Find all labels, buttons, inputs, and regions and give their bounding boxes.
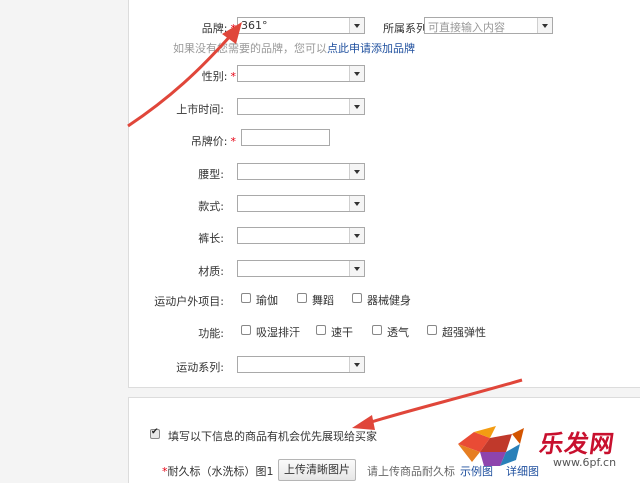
gender-label: 性别: *	[202, 68, 236, 84]
option-fitness-label: 器械健身	[367, 294, 411, 307]
checkbox-super-elastic[interactable]	[427, 325, 437, 335]
brand-select-value: 361°	[241, 19, 268, 32]
chevron-down-icon	[349, 228, 364, 243]
add-brand-link[interactable]: 点此申请添加品牌	[327, 42, 415, 55]
required-mark: *	[230, 22, 237, 35]
priority-info-checkbox[interactable]	[150, 427, 160, 439]
brand-select[interactable]: 361°	[237, 17, 365, 34]
option-quick-dry-label: 速干	[331, 326, 353, 339]
tag-price-input[interactable]	[241, 129, 330, 146]
checkbox-dance[interactable]	[297, 293, 307, 303]
chevron-down-icon	[349, 66, 364, 81]
option-dance-label: 舞蹈	[312, 294, 334, 307]
length-label: 裤长:	[198, 232, 224, 245]
chevron-down-icon	[349, 357, 364, 372]
checkbox-breathable[interactable]	[372, 325, 382, 335]
required-mark: *	[230, 70, 237, 83]
chevron-down-icon	[349, 99, 364, 114]
series-placeholder: 可直接输入内容	[428, 21, 505, 34]
brand-label: 品牌: *	[202, 20, 236, 36]
chevron-down-icon	[349, 164, 364, 179]
tag-price-label-text: 吊牌价:	[190, 135, 228, 148]
checkbox-quick-dry[interactable]	[316, 325, 326, 335]
gender-select[interactable]	[237, 65, 365, 82]
gender-label-text: 性别:	[201, 70, 228, 83]
required-mark: *	[230, 135, 237, 148]
watermark-url: www.6pf.cn	[553, 456, 617, 469]
brand-hint: 如果没有您需要的品牌，您可以点此申请添加品牌	[173, 40, 415, 56]
watermark-text: 乐发网	[537, 429, 617, 458]
chevron-down-icon	[349, 261, 364, 276]
launch-time-select[interactable]	[237, 98, 365, 115]
length-select[interactable]	[237, 227, 365, 244]
priority-info-label: 填写以下信息的商品有机会优先展现给买家	[168, 430, 377, 443]
series-combobox[interactable]: 可直接输入内容	[424, 17, 553, 34]
tag-price-label: 吊牌价: *	[191, 133, 236, 149]
brand-hint-text: 如果没有您需要的品牌，您可以	[173, 42, 327, 55]
option-breathable-label: 透气	[387, 326, 409, 339]
style-select[interactable]	[237, 195, 365, 212]
checkbox-yoga[interactable]	[241, 293, 251, 303]
chevron-down-icon	[349, 18, 364, 33]
brand-label-text: 品牌:	[201, 22, 228, 35]
checkbox-fitness[interactable]	[352, 293, 362, 303]
waist-select[interactable]	[237, 163, 365, 180]
option-moisture-wicking-label: 吸湿排汗	[256, 326, 300, 339]
outdoor-label: 运动户外项目:	[154, 295, 224, 308]
function-label: 功能:	[198, 327, 224, 340]
launch-time-label: 上市时间:	[176, 103, 224, 116]
checkbox-moisture-wicking[interactable]	[241, 325, 251, 335]
chevron-down-icon	[537, 18, 552, 33]
bull-logo-icon	[458, 426, 524, 466]
style-label: 款式:	[198, 200, 224, 213]
chevron-down-icon	[349, 196, 364, 211]
material-select[interactable]	[237, 260, 365, 277]
upload-image-button[interactable]: 上传清晰图片	[278, 459, 356, 481]
upload-hint: 请上传商品耐久标	[367, 465, 455, 478]
waist-label: 腰型:	[198, 168, 224, 181]
care-label-text: 耐久标（水洗标）图1	[167, 465, 274, 478]
care-label-title: *耐久标（水洗标）图1	[162, 463, 274, 479]
option-super-elastic-label: 超强弹性	[442, 326, 486, 339]
sport-series-label: 运动系列:	[176, 361, 224, 374]
sport-series-select[interactable]	[237, 356, 365, 373]
material-label: 材质:	[198, 265, 224, 278]
option-yoga-label: 瑜伽	[256, 294, 278, 307]
series-label: 所属系列	[383, 22, 427, 35]
